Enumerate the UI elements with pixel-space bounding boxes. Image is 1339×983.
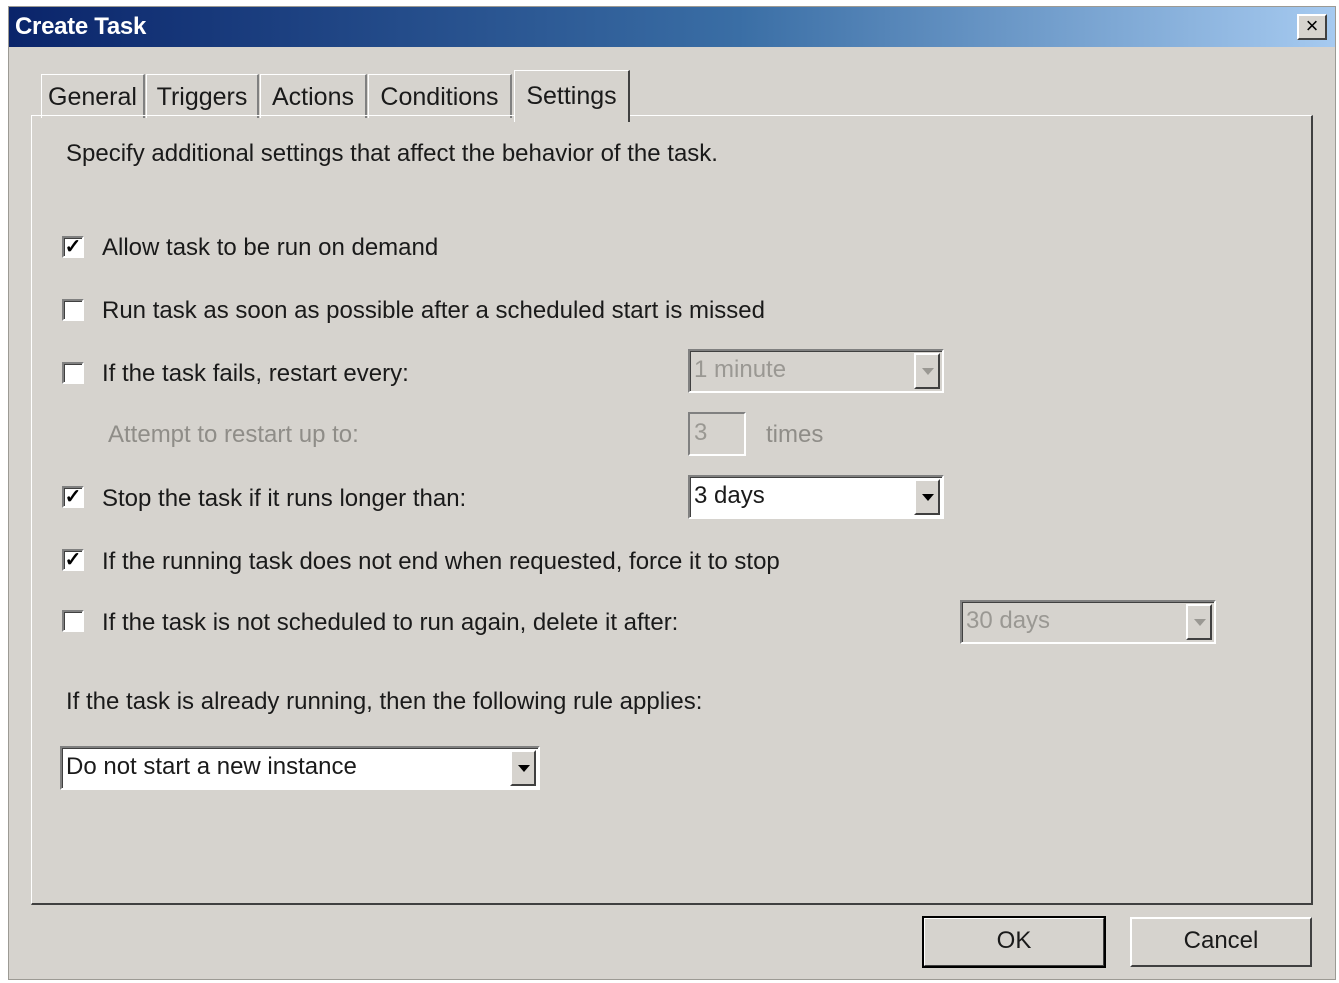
restart-on-fail-label: If the task fails, restart every: (102, 360, 409, 387)
ok-button[interactable]: OK (922, 916, 1106, 968)
tab-settings[interactable]: Settings (514, 70, 630, 122)
running-rule-dropdown[interactable]: Do not start a new instance (60, 746, 540, 790)
force-stop-label: If the running task does not end when re… (102, 548, 780, 575)
restart-attempts-label: Attempt to restart up to: (108, 421, 359, 448)
tab-general[interactable]: General (41, 74, 145, 118)
window-title: Create Task (15, 13, 146, 40)
force-stop-checkbox[interactable]: ✓ (62, 549, 84, 571)
running-rule-label: If the task is already running, then the… (66, 688, 703, 715)
stop-duration-value: 3 days (694, 482, 765, 509)
running-rule-value: Do not start a new instance (66, 753, 357, 780)
delete-after-dropdown[interactable]: 30 days (960, 600, 1216, 644)
allow-on-demand-label: Allow task to be run on demand (102, 234, 439, 261)
chevron-down-icon[interactable] (914, 479, 940, 515)
create-task-dialog: Create Task × General Triggers Actions C… (8, 6, 1336, 980)
settings-panel: Specify additional settings that affect … (31, 115, 1313, 905)
tab-conditions[interactable]: Conditions (368, 74, 512, 118)
delete-after-label: If the task is not scheduled to run agai… (102, 609, 679, 636)
chevron-down-icon[interactable] (510, 750, 536, 786)
stop-if-longer-label: Stop the task if it runs longer than: (102, 485, 467, 512)
restart-attempts-input[interactable]: 3 (688, 412, 746, 456)
close-button[interactable]: × (1297, 14, 1327, 40)
allow-on-demand-checkbox[interactable]: ✓ (62, 236, 84, 258)
chevron-down-icon[interactable] (1186, 604, 1212, 640)
tab-actions[interactable]: Actions (260, 74, 367, 118)
settings-intro: Specify additional settings that affect … (66, 140, 718, 167)
run-asap-checkbox[interactable] (62, 299, 84, 321)
restart-interval-value: 1 minute (694, 356, 787, 383)
restart-on-fail-checkbox[interactable] (62, 362, 84, 384)
delete-after-checkbox[interactable] (62, 610, 84, 632)
stop-duration-dropdown[interactable]: 3 days (688, 475, 944, 519)
tab-triggers[interactable]: Triggers (146, 74, 259, 118)
chevron-down-icon[interactable] (914, 353, 940, 389)
run-asap-label: Run task as soon as possible after a sch… (102, 297, 765, 324)
restart-attempts-suffix: times (766, 421, 824, 448)
title-bar[interactable]: Create Task × (9, 7, 1335, 47)
delete-after-value: 30 days (966, 607, 1051, 634)
cancel-button[interactable]: Cancel (1130, 917, 1312, 967)
restart-interval-dropdown[interactable]: 1 minute (688, 349, 944, 393)
stop-if-longer-checkbox[interactable]: ✓ (62, 486, 84, 508)
restart-attempts-value: 3 (694, 419, 708, 446)
